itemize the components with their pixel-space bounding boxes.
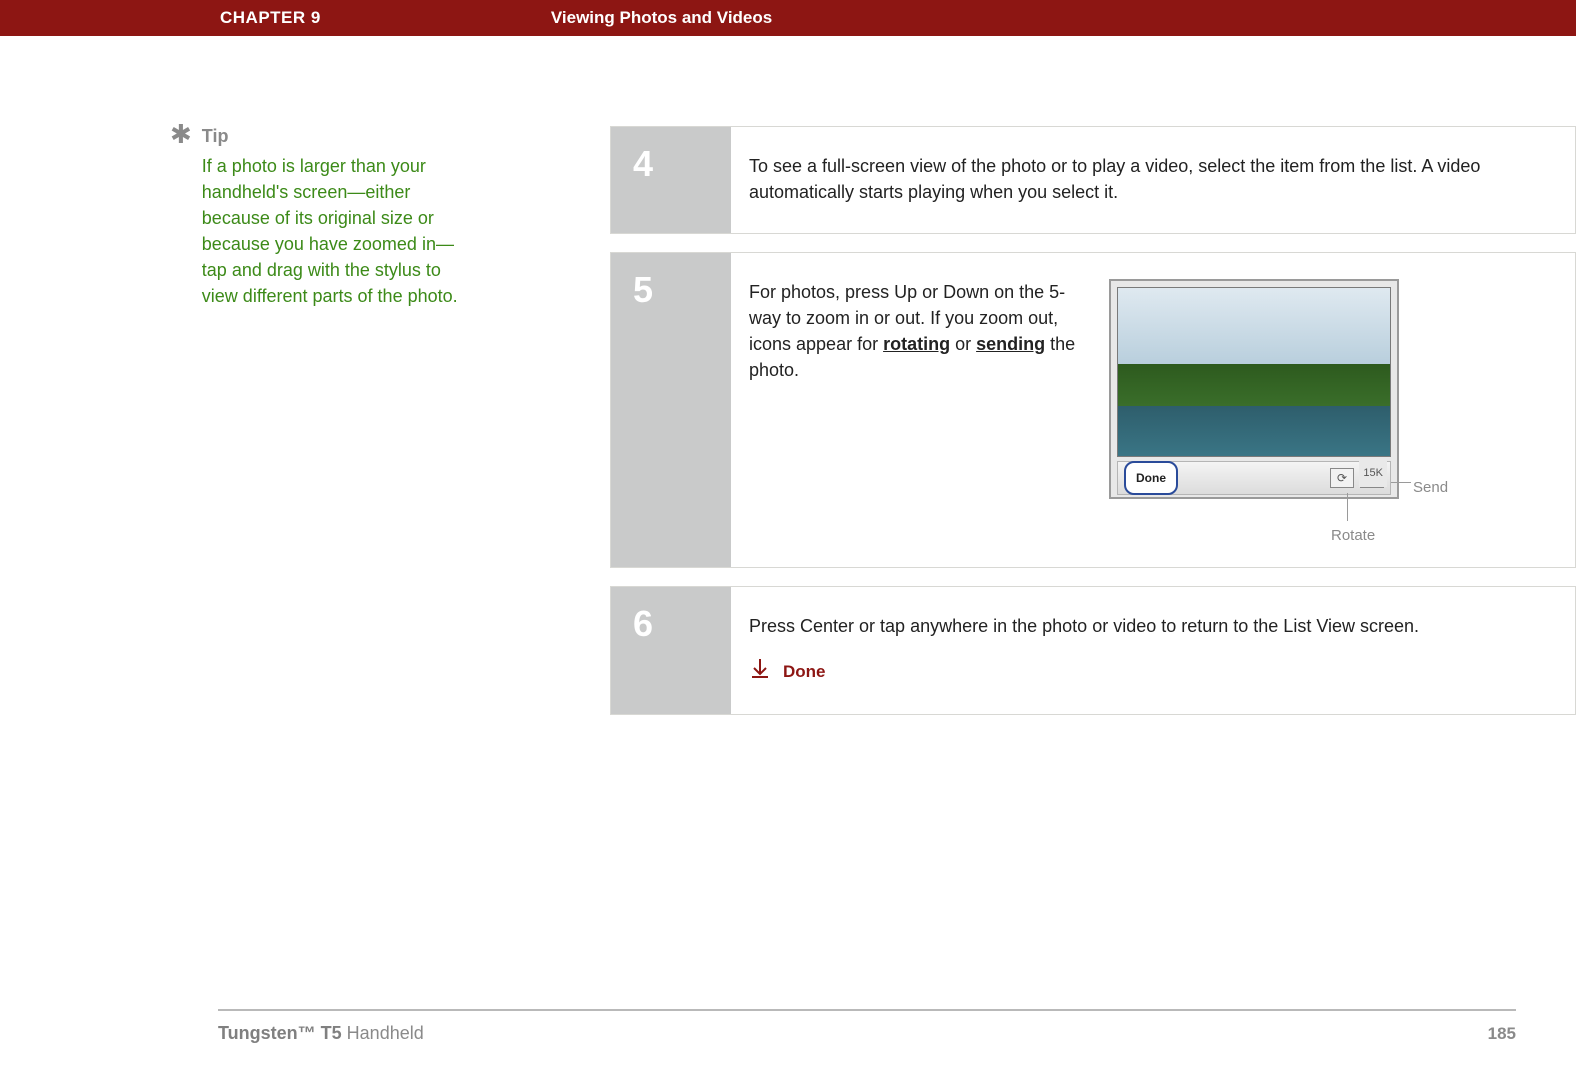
step-text: For photos, press Up or Down on the 5-wa… xyxy=(749,279,1089,539)
callout-line xyxy=(1391,482,1411,483)
step-number: 6 xyxy=(611,587,731,714)
tip-block: ✱ Tip If a photo is larger than your han… xyxy=(170,126,500,309)
done-arrow-icon xyxy=(749,657,771,686)
footer: Tungsten™ T5 Handheld 185 xyxy=(218,1009,1516,1044)
product-rest: Handheld xyxy=(342,1023,424,1043)
tip-label: Tip xyxy=(202,126,462,147)
step-4: 4 To see a full-screen view of the photo… xyxy=(610,126,1576,234)
step-text: To see a full-screen view of the photo o… xyxy=(749,153,1545,205)
photo-preview xyxy=(1117,287,1391,457)
step6-text: Press Center or tap anywhere in the phot… xyxy=(749,616,1419,636)
asterisk-icon: ✱ xyxy=(170,124,192,309)
done-label: Done xyxy=(783,659,826,685)
tip-body: If a photo is larger than your handheld'… xyxy=(202,153,462,309)
device-frame: 15K Done ⟳ ✉ xyxy=(1109,279,1399,499)
chapter-label: CHAPTER 9 xyxy=(220,8,321,28)
callout-line xyxy=(1347,493,1348,521)
page-number: 185 xyxy=(1488,1024,1516,1044)
rotating-link[interactable]: rotating xyxy=(883,334,950,354)
device-screenshot: 15K Done ⟳ ✉ Send Rotate xyxy=(1109,279,1449,539)
sending-link[interactable]: sending xyxy=(976,334,1045,354)
size-badge: 15K xyxy=(1359,459,1387,487)
callout-send: Send xyxy=(1413,475,1448,501)
step-text: Press Center or tap anywhere in the phot… xyxy=(749,613,1545,686)
step-number: 4 xyxy=(611,127,731,233)
rotate-icon[interactable]: ⟳ xyxy=(1330,468,1354,488)
step-number: 5 xyxy=(611,253,731,567)
step-6: 6 Press Center or tap anywhere in the ph… xyxy=(610,586,1576,715)
step5-text-mid: or xyxy=(950,334,976,354)
chapter-title: Viewing Photos and Videos xyxy=(551,8,772,28)
step-5: 5 For photos, press Up or Down on the 5-… xyxy=(610,252,1576,568)
product-name: Tungsten™ T5 Handheld xyxy=(218,1023,424,1044)
product-bold: Tungsten™ T5 xyxy=(218,1023,342,1043)
device-toolbar: Done ⟳ ✉ xyxy=(1117,461,1391,495)
done-button[interactable]: Done xyxy=(1124,461,1178,495)
callout-rotate: Rotate xyxy=(1331,523,1375,549)
header-bar: CHAPTER 9 Viewing Photos and Videos xyxy=(0,0,1576,36)
